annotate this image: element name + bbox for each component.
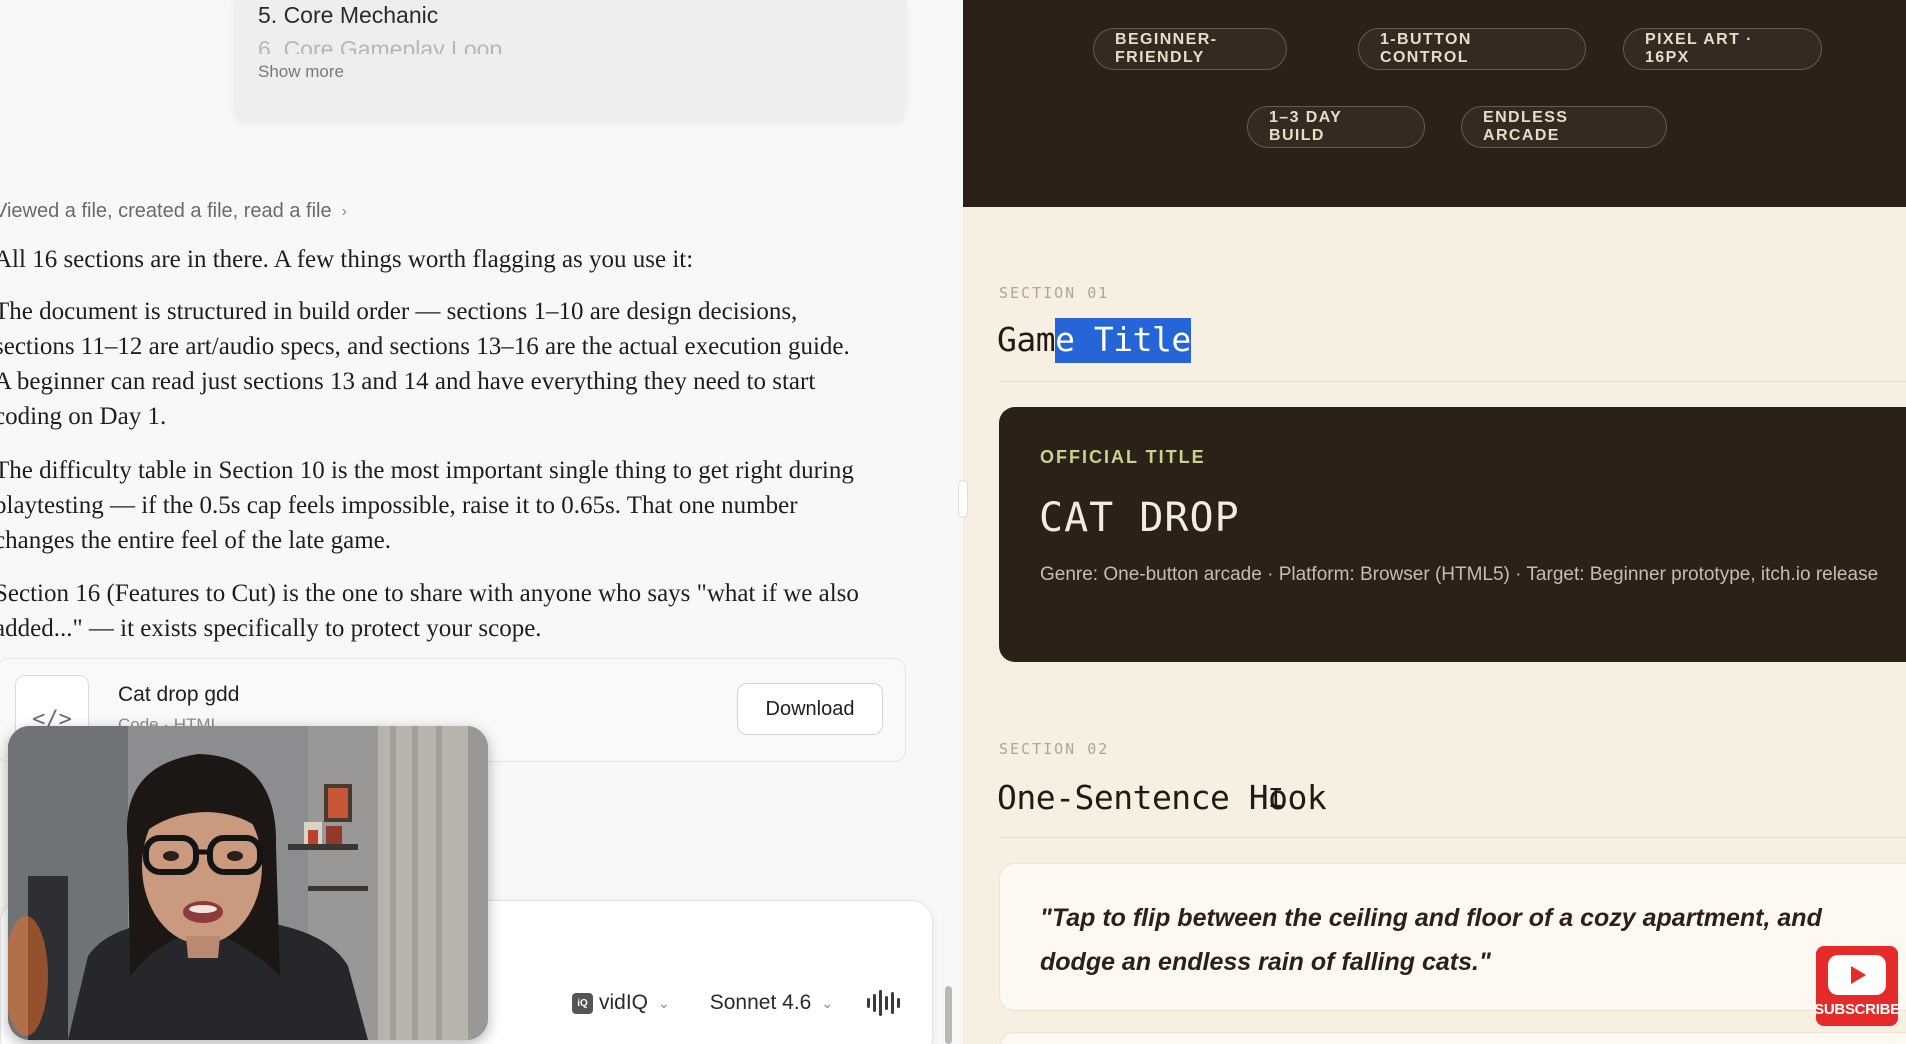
tool-activity-summary[interactable]: Viewed a file, created a file, read a fi… [0, 200, 347, 223]
tag-build-time: 1–3 DAY BUILD [1247, 106, 1425, 148]
tag-beginner-friendly: BEGINNER-FRIENDLY [1093, 28, 1287, 70]
official-title-label: OFFICIAL TITLE [1040, 447, 1206, 467]
text-selection-highlight: e Title [1055, 318, 1191, 363]
assistant-paragraph: The difficulty table in Section 10 is th… [0, 457, 854, 554]
model-label: Sonnet 4.6 [709, 991, 812, 1014]
show-more-link[interactable]: Show more [258, 62, 344, 82]
section-divider [999, 837, 1906, 838]
assistant-paragraph: Section 16 (Features to Cut) is the one … [0, 580, 859, 642]
youtube-play-icon [1828, 954, 1886, 995]
webcam-person-image [8, 726, 488, 1040]
document-preview-pane: BEGINNER-FRIENDLY 1-BUTTON CONTROL PIXEL… [963, 0, 1906, 1044]
vidiq-icon: iQ [572, 992, 593, 1014]
section-01-title-plain: Gam [997, 320, 1056, 359]
hook-quote: "Tap to flip between the ceiling and flo… [1040, 904, 1822, 976]
input-toolbar: iQ vidIQ ⌄ Sonnet 4.6 ⌄ [572, 990, 901, 1016]
text-cursor-icon: I [1268, 784, 1284, 814]
subscribe-button[interactable]: SUBSCRIBE [1814, 946, 1900, 1026]
hook-quote-card: "Tap to flip between the ceiling and flo… [999, 863, 1906, 1011]
artifact-title: Cat drop gdd [118, 683, 240, 706]
download-button[interactable]: Download [737, 683, 883, 735]
section-01-label: SECTION 01 [999, 284, 1110, 302]
table-of-contents-card: 5. Core Mechanic 6. Core Gameplay Loop S… [234, 0, 906, 122]
webcam-overlay [8, 726, 488, 1040]
tag-1-button-control: 1-BUTTON CONTROL [1358, 28, 1586, 70]
vidiq-label: vidIQ [599, 991, 649, 1014]
official-title-card: OFFICIAL TITLE CAT DROP Genre: One-butto… [999, 407, 1906, 662]
game-meta: Genre: One-button arcade · Platform: Bro… [1040, 564, 1879, 585]
doc-header-banner: BEGINNER-FRIENDLY 1-BUTTON CONTROL PIXEL… [963, 0, 1906, 207]
pane-resize-handle[interactable] [958, 480, 968, 518]
toc-item-core-mechanic: 5. Core Mechanic [258, 2, 439, 28]
chevron-down-icon: ⌄ [821, 994, 834, 1011]
vidiq-plugin-selector[interactable]: iQ vidIQ ⌄ [572, 991, 670, 1015]
model-selector[interactable]: Sonnet 4.6 ⌄ [710, 991, 833, 1015]
assistant-paragraph: All 16 sections are in there. A few thin… [0, 246, 694, 273]
game-title: CAT DROP [1039, 495, 1240, 541]
chat-scrollbar[interactable] [945, 986, 952, 1044]
next-card [999, 1032, 1906, 1044]
tag-pixel-art: PIXEL ART · 16PX [1623, 28, 1822, 70]
assistant-paragraph: The document is structured in build orde… [0, 298, 850, 430]
section-02-label: SECTION 02 [999, 740, 1110, 758]
chevron-right-icon: › [341, 202, 347, 220]
tag-endless-arcade: ENDLESS ARCADE [1461, 106, 1667, 148]
section-01-title[interactable]: Game Title [997, 318, 1191, 363]
voice-waveform-icon[interactable] [867, 990, 901, 1016]
tool-activity-label: Viewed a file, created a file, read a fi… [0, 200, 332, 222]
section-divider [999, 381, 1906, 382]
toc-item-core-gameplay-loop: 6. Core Gameplay Loop [258, 36, 503, 54]
subscribe-label: SUBSCRIBE [1814, 1000, 1900, 1018]
chevron-down-icon: ⌄ [658, 994, 670, 1011]
